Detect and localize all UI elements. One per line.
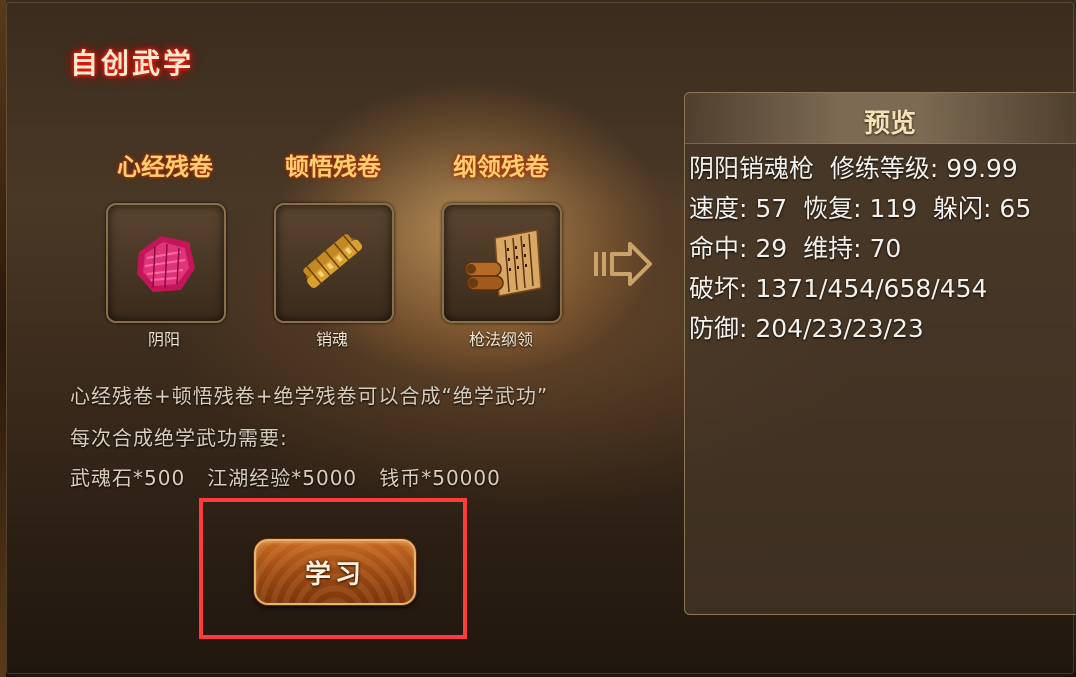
- pink-scroll-icon: [137, 236, 195, 292]
- learn-button[interactable]: 学习: [254, 539, 416, 605]
- preview-speed-stats: 速度: 57 恢复: 119 躲闪: 65: [689, 194, 1032, 223]
- card-header-outline: 纲领残卷: [453, 153, 549, 181]
- synthesis-cost-list: 武魂石*500 江湖经验*5000 钱币*50000: [70, 466, 501, 490]
- item-slot-heart-sutra[interactable]: [106, 203, 226, 323]
- item-label-xiaohun: 销魂: [315, 330, 348, 349]
- golden-scroll-icon: [303, 234, 363, 288]
- preview-title: 预览: [863, 109, 916, 139]
- card-header-enlightenment: 顿悟残卷: [285, 153, 381, 181]
- item-label-spear-outline: 枪法纲领: [468, 330, 533, 349]
- preview-hit-stats: 命中: 29 维持: 70: [689, 234, 902, 263]
- synthesis-rule-text: 心经残卷+顿悟残卷+绝学残卷可以合成“绝学武功”: [70, 384, 549, 408]
- preview-panel: 预览 阴阳销魂枪 修练等级: 99.99 速度: 57 恢复: 119 躲闪: …: [684, 92, 1076, 615]
- panel-title: 自创武学: [70, 47, 195, 80]
- item-slot-enlightenment[interactable]: [274, 203, 394, 323]
- bamboo-scroll-icon: [464, 229, 542, 297]
- preview-skill-name-level: 阴阳销魂枪 修练等级: 99.99: [689, 154, 1018, 183]
- preview-defense-stats: 防御: 204/23/23/23: [689, 314, 924, 343]
- synthesis-cost-heading: 每次合成绝学武功需要:: [70, 426, 288, 450]
- card-header-heart-sutra: 心经残卷: [117, 153, 213, 181]
- item-slot-outline[interactable]: [442, 203, 562, 323]
- right-arrow-icon: [594, 242, 652, 286]
- preview-damage-stats: 破坏: 1371/454/658/454: [689, 274, 988, 303]
- item-label-yinyang: 阴阳: [147, 330, 180, 349]
